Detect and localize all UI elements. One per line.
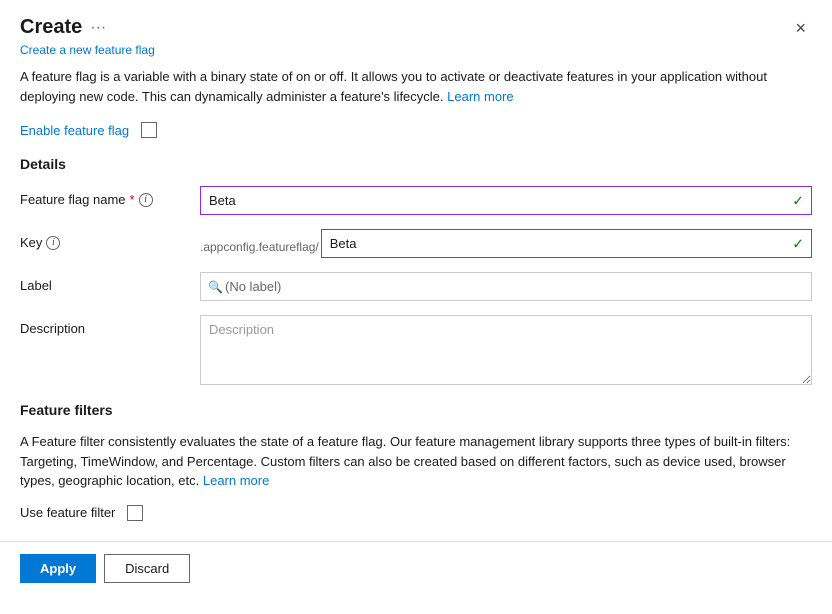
label-input-wrap: 🔍	[200, 272, 812, 301]
key-field: .appconfig.featureflag/ ✓	[200, 229, 812, 258]
dialog-body: A feature flag is a variable with a bina…	[0, 67, 832, 521]
feature-flag-name-input-wrap: ✓	[200, 186, 812, 215]
dialog-header: Create ··· ×	[0, 0, 832, 43]
description-field	[200, 315, 812, 388]
key-prefix: .appconfig.featureflag/	[200, 234, 321, 254]
key-input-wrap: ✓	[321, 229, 812, 258]
feature-filters-section: Feature filters A Feature filter consist…	[20, 402, 812, 521]
key-label: Key i	[20, 229, 200, 250]
feature-filters-title: Feature filters	[20, 402, 812, 418]
feature-flag-name-info-icon[interactable]: i	[139, 193, 153, 207]
use-feature-filter-checkbox[interactable]	[127, 505, 143, 521]
dialog-ellipsis: ···	[90, 19, 106, 37]
description-label: Description	[20, 315, 200, 336]
feature-flag-name-label: Feature flag name * i	[20, 186, 200, 207]
dialog-footer: Apply Discard	[0, 541, 832, 595]
label-label: Label	[20, 272, 200, 293]
description-textarea[interactable]	[200, 315, 812, 385]
enable-feature-flag-row: Enable feature flag	[20, 122, 812, 138]
details-section: Details Feature flag name * i ✓	[20, 156, 812, 388]
description-row: Description	[20, 315, 812, 388]
label-field: 🔍	[200, 272, 812, 301]
description-text: A feature flag is a variable with a bina…	[20, 67, 812, 106]
key-input-row: .appconfig.featureflag/ ✓	[200, 229, 812, 258]
key-row: Key i .appconfig.featureflag/ ✓	[20, 229, 812, 258]
learn-more-link-1[interactable]: Learn more	[447, 89, 513, 104]
details-section-title: Details	[20, 156, 812, 172]
close-button[interactable]: ×	[789, 17, 812, 39]
required-marker: *	[130, 192, 135, 207]
enable-feature-flag-label: Enable feature flag	[20, 123, 129, 138]
feature-flag-name-field: ✓	[200, 186, 812, 215]
label-input[interactable]	[200, 272, 812, 301]
key-info-icon[interactable]: i	[46, 236, 60, 250]
enable-feature-flag-checkbox[interactable]	[141, 122, 157, 138]
filters-description: A Feature filter consistently evaluates …	[20, 432, 812, 491]
feature-flag-name-input[interactable]	[200, 186, 812, 215]
use-feature-filter-label: Use feature filter	[20, 505, 115, 520]
learn-more-link-2[interactable]: Learn more	[203, 473, 269, 488]
discard-button[interactable]: Discard	[104, 554, 190, 583]
dialog-title: Create	[20, 16, 82, 39]
key-input[interactable]	[321, 229, 812, 258]
create-feature-flag-dialog: Create ··· × Create a new feature flag A…	[0, 0, 832, 614]
feature-flag-name-row: Feature flag name * i ✓	[20, 186, 812, 215]
key-input-check-wrap: ✓	[321, 229, 812, 258]
label-row: Label 🔍	[20, 272, 812, 301]
dialog-subtitle[interactable]: Create a new feature flag	[0, 43, 832, 67]
apply-button[interactable]: Apply	[20, 554, 96, 583]
use-feature-filter-row: Use feature filter	[20, 505, 812, 521]
